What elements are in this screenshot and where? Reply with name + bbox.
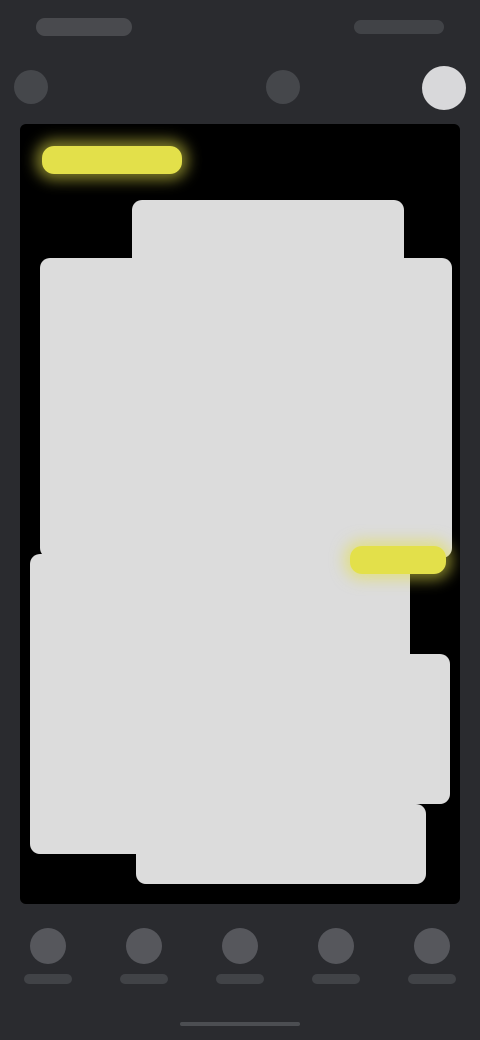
nav-item-adjust[interactable]	[204, 928, 276, 984]
home-indicator[interactable]	[180, 1022, 300, 1026]
status-time	[36, 18, 132, 36]
nav-label	[408, 974, 456, 984]
highlight-tag[interactable]	[350, 546, 446, 574]
status-bar	[0, 0, 480, 58]
text-icon	[318, 928, 354, 964]
back-icon[interactable]	[14, 70, 48, 104]
top-toolbar	[0, 58, 480, 120]
document-page	[50, 654, 450, 804]
crop-icon[interactable]	[266, 70, 300, 104]
highlight-tag[interactable]	[42, 146, 182, 174]
nav-label	[120, 974, 168, 984]
nav-item-text[interactable]	[300, 928, 372, 984]
bottom-nav	[0, 912, 480, 1040]
nav-label	[216, 974, 264, 984]
document-page	[136, 804, 426, 884]
document-page	[132, 200, 404, 290]
phone-screen	[0, 0, 480, 1040]
more-icon	[414, 928, 450, 964]
nav-label	[24, 974, 72, 984]
nav-item-more[interactable]	[396, 928, 468, 984]
nav-item-edit[interactable]	[12, 928, 84, 984]
image-canvas[interactable]	[20, 124, 460, 904]
edit-icon	[30, 928, 66, 964]
adjust-icon	[222, 928, 258, 964]
document-page	[84, 454, 404, 544]
avatar-icon[interactable]	[422, 66, 466, 110]
status-indicators	[354, 20, 444, 34]
filter-icon	[126, 928, 162, 964]
nav-label	[312, 974, 360, 984]
nav-item-filter[interactable]	[108, 928, 180, 984]
